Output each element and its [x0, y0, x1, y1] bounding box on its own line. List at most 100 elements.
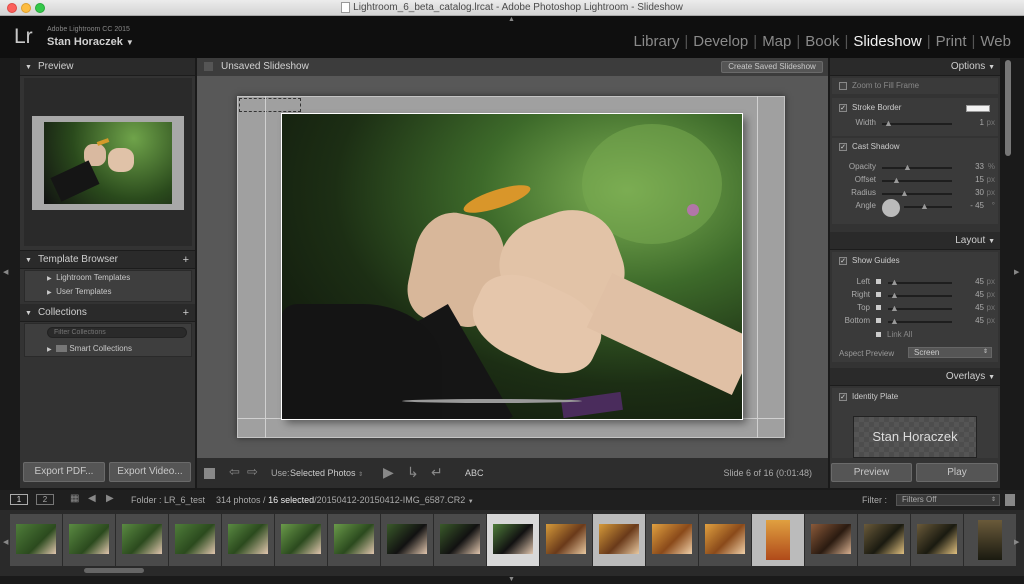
- thumbnail[interactable]: [540, 514, 592, 566]
- identity-plate-checkbox[interactable]: ✓: [839, 392, 847, 401]
- template-folder-user[interactable]: ▶ User Templates: [47, 287, 112, 296]
- filmstrip-right-icon[interactable]: ▶: [1014, 538, 1019, 546]
- zoom-to-fill-row[interactable]: Zoom to Fill Frame: [832, 78, 998, 94]
- play-preview-icon[interactable]: ▶: [383, 464, 394, 481]
- slider-thumb-icon[interactable]: ▲: [900, 188, 909, 198]
- slider-thumb-icon[interactable]: ▲: [884, 118, 893, 128]
- add-text-button[interactable]: ABC: [465, 468, 484, 478]
- link-all-row[interactable]: Link All: [876, 330, 912, 339]
- thumbnail[interactable]: [169, 514, 221, 566]
- export-pdf-button[interactable]: Export PDF...: [23, 462, 105, 482]
- show-guides-row[interactable]: ✓ Show Guides: [839, 256, 900, 265]
- thumbnail[interactable]: [10, 514, 62, 566]
- radius-slider[interactable]: [882, 193, 952, 195]
- identity-plate-preview[interactable]: Stan Horaczek: [853, 416, 977, 458]
- module-print[interactable]: Print: [931, 33, 972, 50]
- opacity-slider[interactable]: [882, 167, 952, 169]
- slider-thumb-icon[interactable]: ▲: [890, 303, 899, 313]
- filter-select[interactable]: Filters Off ⇕: [896, 494, 1000, 506]
- add-collection-icon[interactable]: +: [183, 304, 189, 322]
- link-dot-icon[interactable]: [876, 279, 881, 284]
- identity-plate-overlay[interactable]: [239, 98, 301, 112]
- zoom-window-button[interactable]: [35, 3, 45, 13]
- window-2-button[interactable]: 2: [36, 494, 54, 505]
- module-map[interactable]: Map: [757, 33, 796, 50]
- right-scrollbar[interactable]: [1005, 60, 1011, 156]
- add-template-icon[interactable]: +: [183, 251, 189, 269]
- folder-source[interactable]: Folder : LR_6_test: [131, 495, 205, 505]
- forward-arrow-icon[interactable]: ▶: [106, 493, 114, 504]
- slider-thumb-icon[interactable]: ▲: [903, 162, 912, 172]
- filmstrip-left-icon[interactable]: ◀: [3, 538, 8, 546]
- previous-slide-icon[interactable]: ⇦: [229, 464, 240, 480]
- preview-button[interactable]: Preview: [831, 463, 912, 482]
- stroke-checkbox[interactable]: ✓: [839, 103, 847, 112]
- module-book[interactable]: Book: [800, 33, 844, 50]
- export-video-button[interactable]: Export Video...: [109, 462, 191, 482]
- preview-panel-header[interactable]: ▼ Preview: [20, 58, 195, 76]
- thumbnail[interactable]: [752, 514, 804, 566]
- zoom-checkbox[interactable]: [839, 81, 847, 90]
- collapse-bottom-icon[interactable]: ▼: [508, 576, 515, 583]
- stroke-color-swatch[interactable]: [966, 105, 990, 112]
- thumbnail[interactable]: [805, 514, 857, 566]
- cast-shadow-row[interactable]: ✓ Cast Shadow: [839, 142, 900, 151]
- collapse-left-icon[interactable]: ◀: [3, 268, 8, 276]
- thumbnail[interactable]: [964, 514, 1016, 566]
- options-header[interactable]: Options ▼: [830, 58, 1000, 76]
- close-window-button[interactable]: [7, 3, 17, 13]
- photo-count[interactable]: 314 photos / 16 selected/20150412-201504…: [216, 495, 474, 505]
- thumbnail[interactable]: [434, 514, 486, 566]
- overlays-header[interactable]: Overlays ▼: [830, 368, 1000, 386]
- slider-thumb-icon[interactable]: ▲: [890, 277, 899, 287]
- layout-header[interactable]: Layout ▼: [830, 232, 1000, 250]
- thumbnail[interactable]: [116, 514, 168, 566]
- stroke-border-row[interactable]: ✓ Stroke Border: [839, 103, 901, 112]
- template-folder-lightroom[interactable]: ▶ Lightroom Templates: [47, 273, 130, 282]
- thumbnail[interactable]: [328, 514, 380, 566]
- thumbnail[interactable]: [63, 514, 115, 566]
- thumbnail[interactable]: [858, 514, 910, 566]
- stop-icon[interactable]: [204, 468, 215, 479]
- filmstrip-scrollbar[interactable]: [84, 568, 144, 573]
- thumbnail[interactable]: [222, 514, 274, 566]
- grid-icon[interactable]: ▦: [70, 493, 80, 504]
- collapse-top-icon[interactable]: ▲: [508, 16, 515, 23]
- create-saved-slideshow-button[interactable]: Create Saved Slideshow: [721, 61, 823, 73]
- slider-thumb-icon[interactable]: ▲: [890, 316, 899, 326]
- window-1-button[interactable]: 1: [10, 494, 28, 505]
- link-dot-icon[interactable]: [876, 332, 881, 337]
- identity-plate-user[interactable]: Stan Horaczek ▼: [47, 36, 134, 48]
- thumbnail[interactable]: [593, 514, 645, 566]
- slider-thumb-icon[interactable]: ▲: [890, 290, 899, 300]
- minimize-window-button[interactable]: [21, 3, 31, 13]
- rotate-icon[interactable]: ↳: [407, 464, 419, 481]
- angle-dial[interactable]: [882, 199, 900, 217]
- back-arrow-icon[interactable]: ◀: [88, 493, 96, 504]
- module-slideshow[interactable]: Slideshow: [848, 33, 926, 50]
- next-slide-icon[interactable]: ⇨: [247, 464, 258, 480]
- use-selector[interactable]: Selected Photos ⇕: [290, 468, 363, 478]
- slider-thumb-icon[interactable]: ▲: [920, 201, 929, 211]
- slider-thumb-icon[interactable]: ▲: [892, 175, 901, 185]
- return-icon[interactable]: ↵: [431, 464, 443, 481]
- filter-lock-icon[interactable]: [1005, 494, 1015, 506]
- play-button[interactable]: Play: [916, 463, 998, 482]
- thumbnail[interactable]: [381, 514, 433, 566]
- collapse-right-icon[interactable]: ▶: [1014, 268, 1019, 276]
- link-dot-icon[interactable]: [876, 292, 881, 297]
- aspect-preview-select[interactable]: Screen ⇕: [908, 347, 992, 358]
- link-dot-icon[interactable]: [876, 318, 881, 323]
- thumbnail-active[interactable]: [487, 514, 539, 566]
- shadow-checkbox[interactable]: ✓: [839, 142, 847, 151]
- show-guides-checkbox[interactable]: ✓: [839, 256, 847, 265]
- smart-collections-item[interactable]: ▶ Smart Collections: [47, 344, 132, 353]
- identity-plate-row[interactable]: ✓ Identity Plate: [839, 392, 898, 401]
- thumbnail[interactable]: [646, 514, 698, 566]
- thumbnail[interactable]: [911, 514, 963, 566]
- template-browser-header[interactable]: ▼ Template Browser +: [20, 251, 195, 269]
- collections-header[interactable]: ▼ Collections +: [20, 304, 195, 322]
- module-web[interactable]: Web: [975, 33, 1016, 50]
- module-develop[interactable]: Develop: [688, 33, 753, 50]
- thumbnail[interactable]: [699, 514, 751, 566]
